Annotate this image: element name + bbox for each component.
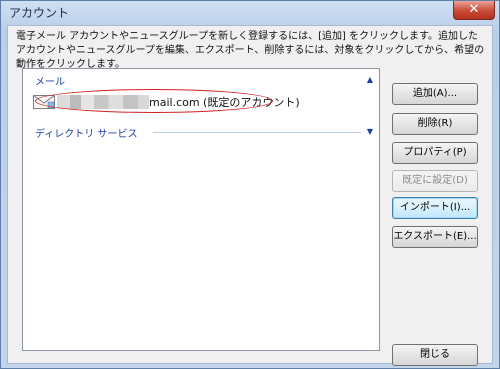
properties-button[interactable]: プロパティ(P) [392,142,478,164]
window-title: アカウント [9,6,70,20]
collapse-mail-icon[interactable]: ▲ [365,75,375,85]
expand-directory-icon[interactable]: ▼ [365,127,375,137]
group-divider [153,132,361,133]
close-button[interactable]: 閉じる [392,344,478,366]
highlight-ellipse [35,89,273,113]
group-header-directory-service[interactable]: ディレクトリ サービス [35,125,137,140]
account-item[interactable]: mail.com (既定のアカウント) [27,89,300,113]
account-list[interactable]: メール ▲ mail.com (既定のアカウント) ディレクトリ サービス ▼ [22,68,380,351]
dialog-description: 電子メール アカウントやニュースグループを新しく登録するには、[追加] をクリッ… [16,31,485,70]
close-icon: ✕ [468,2,480,17]
group-header-mail[interactable]: メール [35,73,65,88]
add-button[interactable]: 追加(A)... [392,83,478,105]
export-button[interactable]: エクスポート(E)... [392,226,478,248]
import-button[interactable]: インポート(I)... [392,197,478,219]
title-bar[interactable]: アカウント ✕ [1,1,499,23]
close-window-button[interactable]: ✕ [453,1,495,20]
dialog-body: 電子メール アカウントやニュースグループを新しく登録するには、[追加] をクリッ… [7,25,493,366]
delete-button[interactable]: 削除(R) [392,113,478,135]
accounts-dialog: アカウント ✕ 電子メール アカウントやニュースグループを新しく登録するには、[… [0,0,500,369]
set-default-button[interactable]: 既定に設定(D) [392,170,478,192]
